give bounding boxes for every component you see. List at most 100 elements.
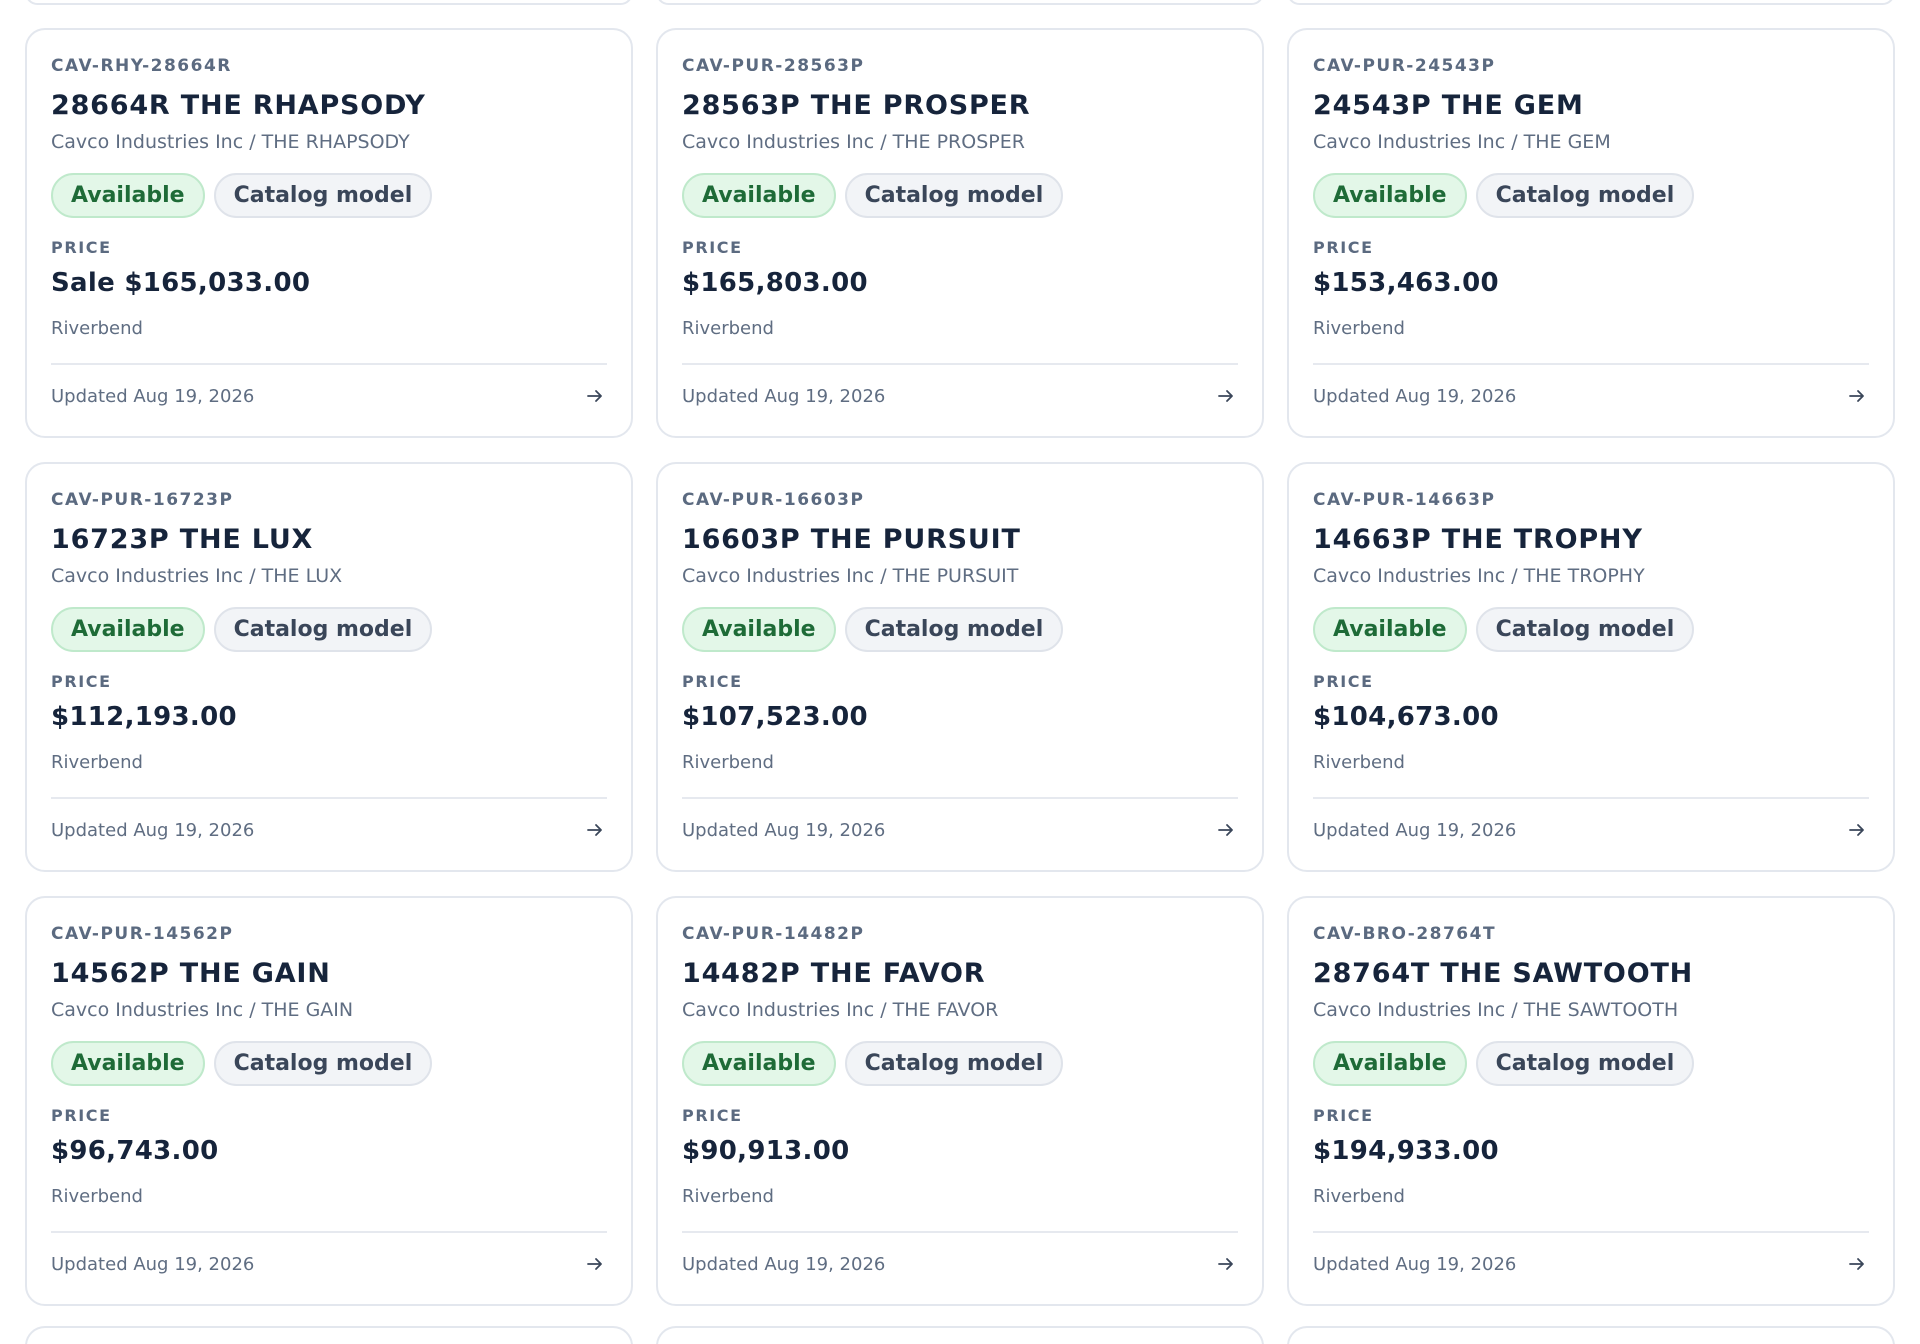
updated-timestamp: Updated Aug 19, 2026 (51, 819, 255, 841)
price-label: PRICE (51, 1106, 112, 1125)
listing-card[interactable]: CAV-BRO-28764T 28764T THE SAWTOOTH Cavco… (1287, 896, 1895, 1306)
updated-timestamp: Updated Aug 19, 2026 (682, 385, 886, 407)
partial-card-top[interactable] (1287, 0, 1895, 5)
type-badge: Catalog model (213, 173, 433, 218)
price-value: $90,913.00 (682, 1136, 850, 1166)
location-label: Riverbend (51, 752, 143, 773)
listing-card[interactable]: CAV-PUR-14482P 14482P THE FAVOR Cavco In… (656, 896, 1264, 1306)
arrow-right-icon[interactable] (1216, 1254, 1236, 1274)
listing-manufacturer: Cavco Industries Inc / THE TROPHY (1313, 565, 1645, 587)
listing-manufacturer: Cavco Industries Inc / THE SAWTOOTH (1313, 999, 1679, 1021)
price-label: PRICE (682, 1106, 743, 1125)
partial-card-bottom[interactable] (25, 1326, 633, 1344)
arrow-right-icon[interactable] (1847, 386, 1867, 406)
price-label: PRICE (1313, 238, 1374, 257)
status-badge: Available (1313, 1041, 1467, 1086)
card-footer: Updated Aug 19, 2026 (682, 799, 1238, 861)
listing-title[interactable]: 14562P THE GAIN (51, 957, 607, 991)
type-badge: Catalog model (213, 1041, 433, 1086)
listing-manufacturer: Cavco Industries Inc / THE GEM (1313, 131, 1611, 153)
price-label: PRICE (51, 672, 112, 691)
arrow-right-icon[interactable] (1216, 820, 1236, 840)
price-label: PRICE (1313, 672, 1374, 691)
updated-timestamp: Updated Aug 19, 2026 (1313, 385, 1517, 407)
card-footer: Updated Aug 19, 2026 (682, 1233, 1238, 1295)
price-label: PRICE (682, 238, 743, 257)
badge-row: Available Catalog model (682, 607, 1238, 652)
location-label: Riverbend (51, 1186, 143, 1207)
listing-sku: CAV-BRO-28764T (1313, 924, 1497, 944)
listing-sku: CAV-PUR-24543P (1313, 56, 1496, 76)
status-badge: Available (682, 1041, 836, 1086)
listing-card[interactable]: CAV-RHY-28664R 28664R THE RHAPSODY Cavco… (25, 28, 633, 438)
badge-row: Available Catalog model (51, 173, 607, 218)
price-value: $104,673.00 (1313, 702, 1499, 732)
status-badge: Available (682, 173, 836, 218)
listing-manufacturer: Cavco Industries Inc / THE LUX (51, 565, 343, 587)
listing-sku: CAV-PUR-16723P (51, 490, 234, 510)
partial-card-bottom[interactable] (656, 1326, 1264, 1344)
arrow-right-icon[interactable] (1216, 386, 1236, 406)
listing-page: CAV-RHY-28664R 28664R THE RHAPSODY Cavco… (0, 0, 1920, 1344)
price-value: $165,803.00 (682, 268, 868, 298)
location-label: Riverbend (682, 752, 774, 773)
arrow-right-icon[interactable] (585, 1254, 605, 1274)
badge-row: Available Catalog model (1313, 173, 1869, 218)
listing-title[interactable]: 28563P THE PROSPER (682, 89, 1238, 123)
arrow-right-icon[interactable] (585, 386, 605, 406)
type-badge: Catalog model (1475, 173, 1695, 218)
partial-card-bottom[interactable] (1287, 1326, 1895, 1344)
listing-title[interactable]: 28664R THE RHAPSODY (51, 89, 607, 123)
arrow-right-icon[interactable] (585, 820, 605, 840)
listing-title[interactable]: 28764T THE SAWTOOTH (1313, 957, 1869, 991)
arrow-right-icon[interactable] (1847, 820, 1867, 840)
price-value: $96,743.00 (51, 1136, 219, 1166)
partial-card-top[interactable] (25, 0, 633, 5)
listing-card[interactable]: CAV-PUR-16603P 16603P THE PURSUIT Cavco … (656, 462, 1264, 872)
listing-card[interactable]: CAV-PUR-28563P 28563P THE PROSPER Cavco … (656, 28, 1264, 438)
price-label: PRICE (682, 672, 743, 691)
listing-title[interactable]: 14663P THE TROPHY (1313, 523, 1869, 557)
location-label: Riverbend (682, 318, 774, 339)
status-badge: Available (1313, 173, 1467, 218)
listing-manufacturer: Cavco Industries Inc / THE RHAPSODY (51, 131, 410, 153)
price-label: PRICE (51, 238, 112, 257)
updated-timestamp: Updated Aug 19, 2026 (51, 1253, 255, 1275)
listing-card[interactable]: CAV-PUR-24543P 24543P THE GEM Cavco Indu… (1287, 28, 1895, 438)
card-footer: Updated Aug 19, 2026 (51, 365, 607, 427)
updated-timestamp: Updated Aug 19, 2026 (1313, 1253, 1517, 1275)
updated-timestamp: Updated Aug 19, 2026 (682, 1253, 886, 1275)
listing-manufacturer: Cavco Industries Inc / THE FAVOR (682, 999, 999, 1021)
partial-card-top[interactable] (656, 0, 1264, 5)
listing-card[interactable]: CAV-PUR-14663P 14663P THE TROPHY Cavco I… (1287, 462, 1895, 872)
location-label: Riverbend (1313, 318, 1405, 339)
listing-title[interactable]: 14482P THE FAVOR (682, 957, 1238, 991)
listing-manufacturer: Cavco Industries Inc / THE PURSUIT (682, 565, 1019, 587)
listing-sku: CAV-PUR-16603P (682, 490, 865, 510)
type-badge: Catalog model (213, 607, 433, 652)
price-value: $194,933.00 (1313, 1136, 1499, 1166)
listing-title[interactable]: 24543P THE GEM (1313, 89, 1869, 123)
listing-title[interactable]: 16723P THE LUX (51, 523, 607, 557)
listing-manufacturer: Cavco Industries Inc / THE PROSPER (682, 131, 1025, 153)
status-badge: Available (51, 173, 205, 218)
status-badge: Available (682, 607, 836, 652)
type-badge: Catalog model (1475, 1041, 1695, 1086)
listing-sku: CAV-PUR-14663P (1313, 490, 1496, 510)
listing-manufacturer: Cavco Industries Inc / THE GAIN (51, 999, 354, 1021)
listing-title[interactable]: 16603P THE PURSUIT (682, 523, 1238, 557)
badge-row: Available Catalog model (51, 607, 607, 652)
updated-timestamp: Updated Aug 19, 2026 (682, 819, 886, 841)
type-badge: Catalog model (844, 173, 1064, 218)
type-badge: Catalog model (1475, 607, 1695, 652)
badge-row: Available Catalog model (1313, 1041, 1869, 1086)
listing-sku: CAV-PUR-14562P (51, 924, 234, 944)
listing-card[interactable]: CAV-PUR-16723P 16723P THE LUX Cavco Indu… (25, 462, 633, 872)
status-badge: Available (51, 607, 205, 652)
location-label: Riverbend (1313, 1186, 1405, 1207)
listing-sku: CAV-PUR-14482P (682, 924, 865, 944)
arrow-right-icon[interactable] (1847, 1254, 1867, 1274)
listing-card[interactable]: CAV-PUR-14562P 14562P THE GAIN Cavco Ind… (25, 896, 633, 1306)
card-footer: Updated Aug 19, 2026 (682, 365, 1238, 427)
card-footer: Updated Aug 19, 2026 (51, 799, 607, 861)
